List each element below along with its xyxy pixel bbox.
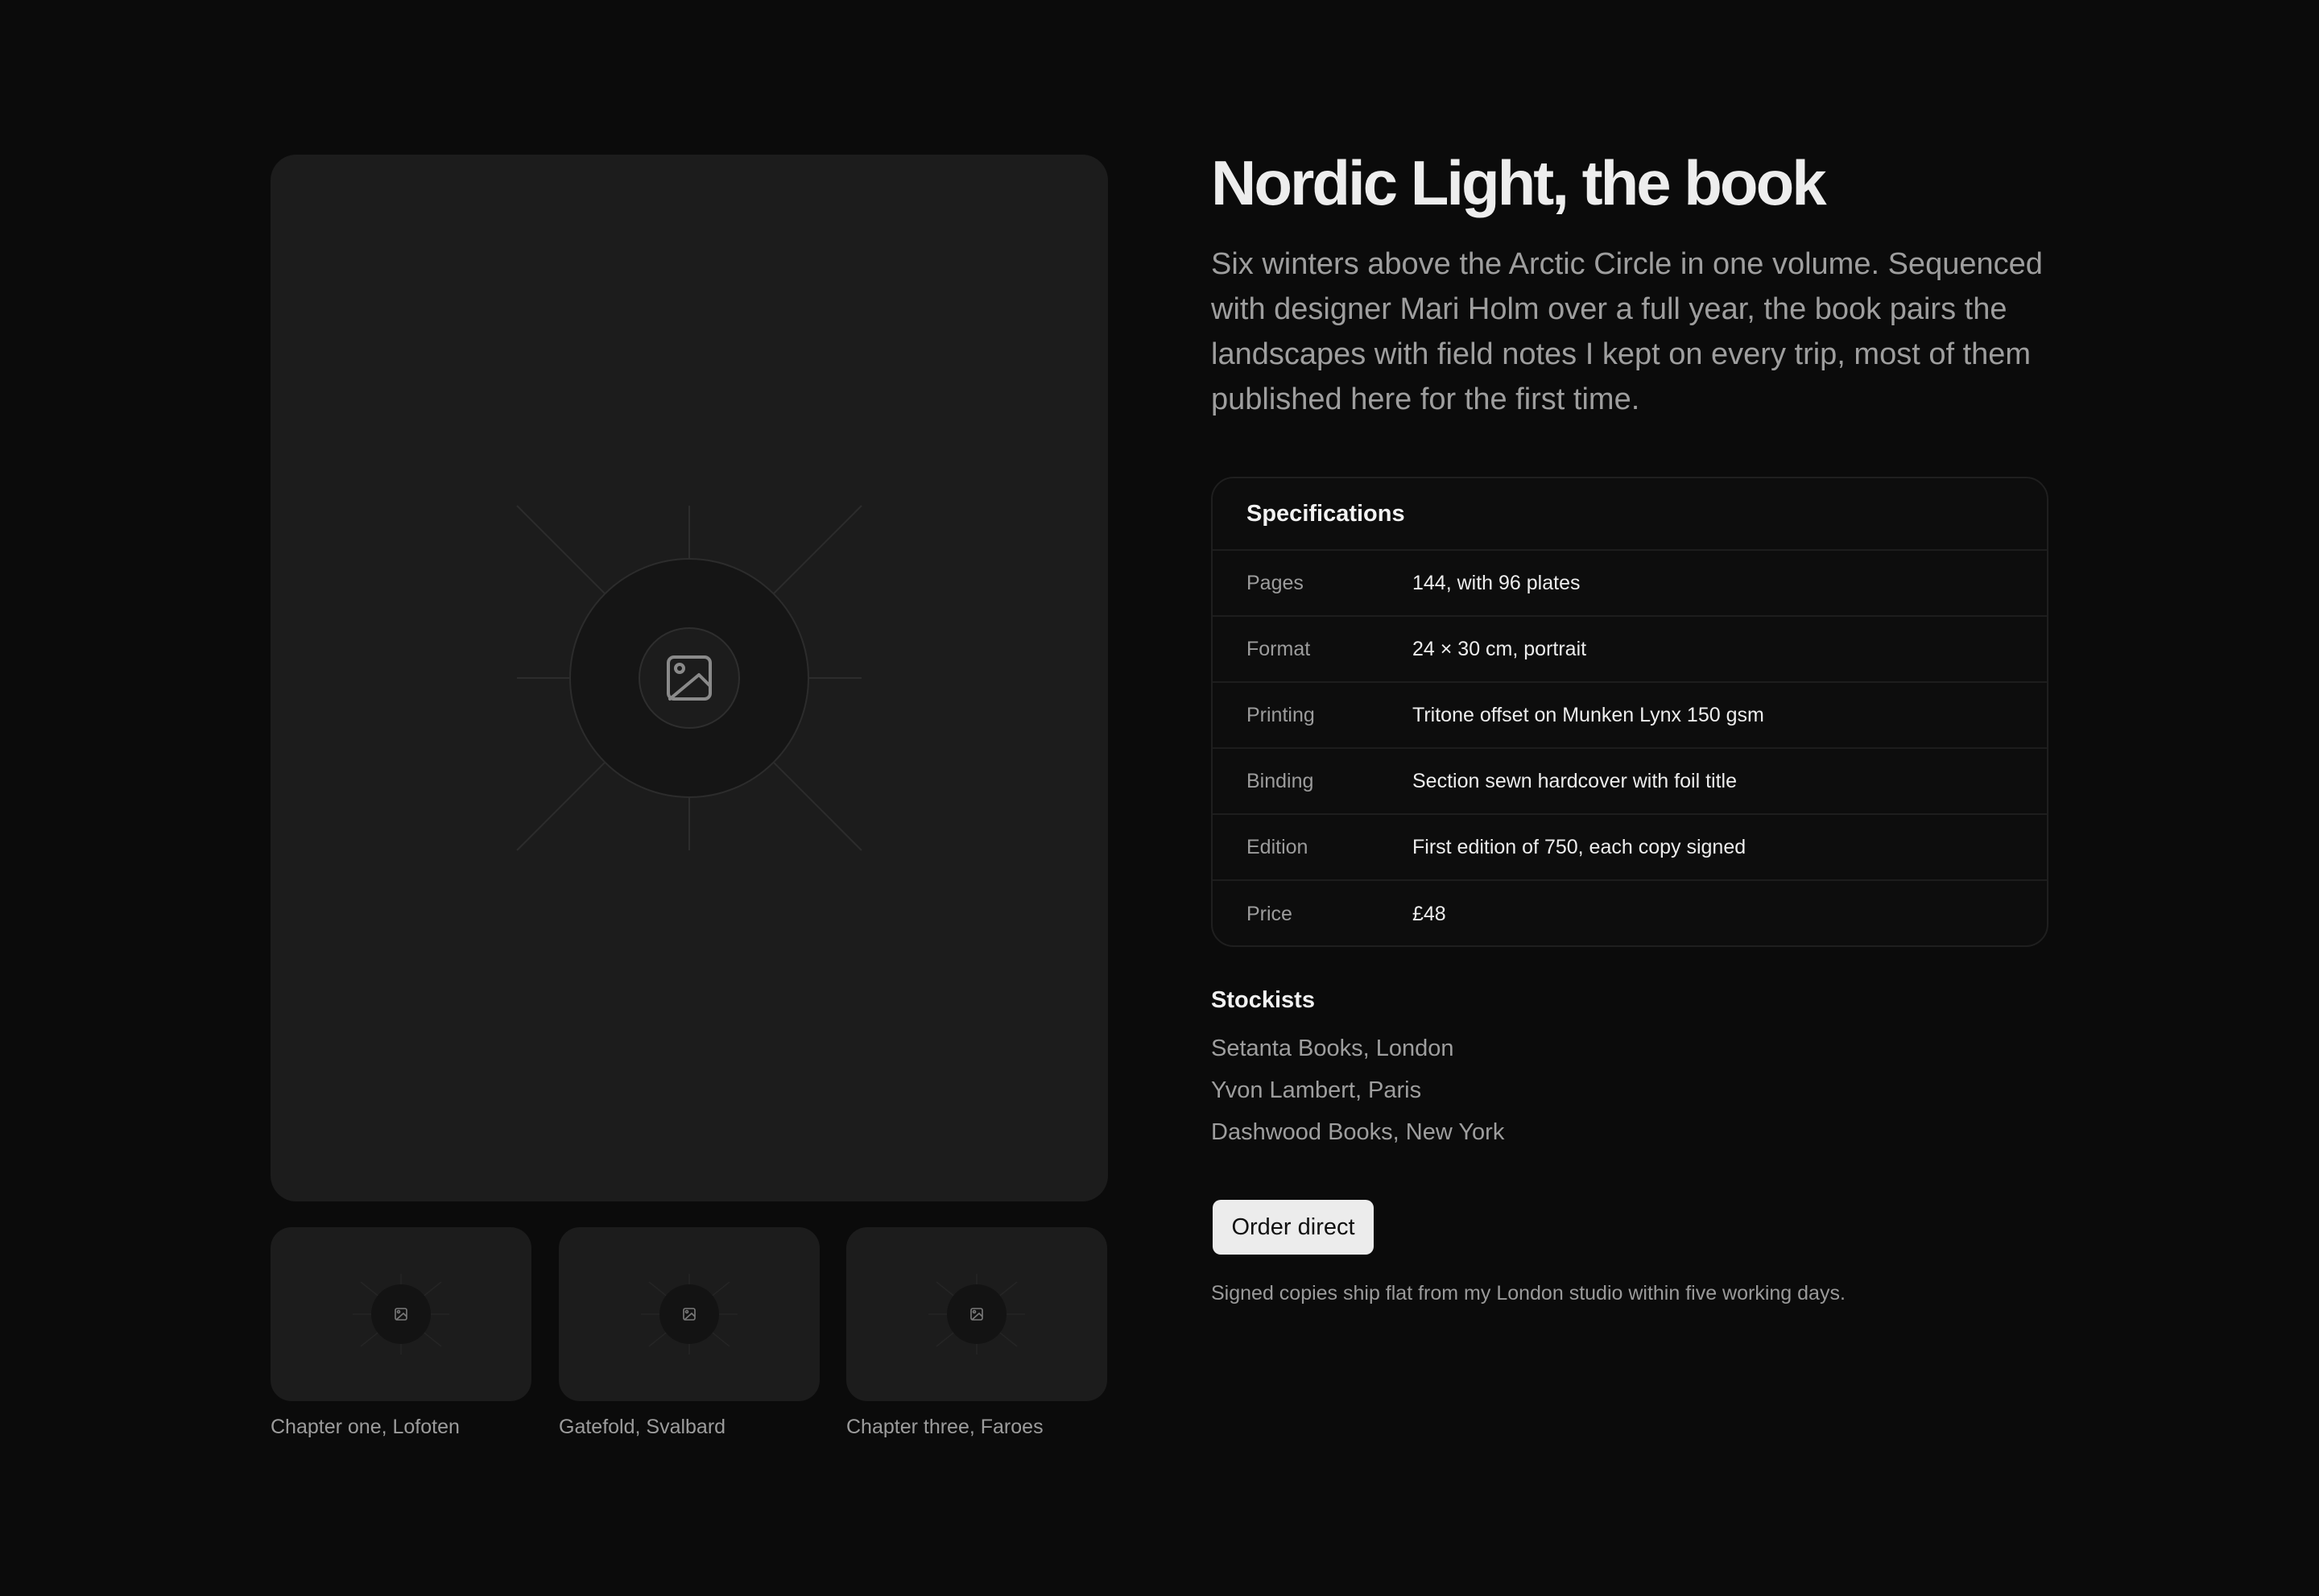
stockists-list: Setanta Books, London Yvon Lambert, Pari… [1211, 1027, 1504, 1153]
spec-label: Pages [1246, 571, 1304, 594]
page-title: Nordic Light, the book [1211, 147, 1827, 218]
specifications-heading: Specifications [1213, 478, 2047, 551]
thumbnail-caption: Chapter one, Lofoten [271, 1416, 460, 1438]
spec-row-format: Format 24 × 30 cm, portrait [1213, 617, 2047, 683]
specifications-table: Specifications Pages 144, with 96 plates… [1211, 477, 2048, 947]
hero-image[interactable] [271, 155, 1108, 1201]
stockist-item: Setanta Books, London [1211, 1036, 1454, 1061]
spec-value: Tritone offset on Munken Lynx 150 gsm [1412, 703, 1764, 726]
thumbnail-placeholder-graphic [928, 1274, 1025, 1354]
spec-label: Price [1246, 902, 1292, 925]
spec-row-pages: Pages 144, with 96 plates [1213, 551, 2047, 617]
book-description: Six winters above the Arctic Circle in o… [1211, 247, 2043, 416]
thumbnail-svalbard[interactable] [559, 1227, 820, 1401]
spec-label: Format [1246, 637, 1311, 660]
product-page: Chapter one, Lofoten Gatefold, Svalbard … [0, 0, 2319, 1596]
thumbnail-caption: Chapter three, Faroes [846, 1416, 1044, 1438]
thumbnail-placeholder-graphic [641, 1274, 738, 1354]
spec-value: 24 × 30 cm, portrait [1412, 637, 1587, 660]
order-direct-button[interactable]: Order direct [1213, 1200, 1374, 1255]
spec-label: Edition [1246, 835, 1308, 858]
stockists-heading: Stockists [1211, 987, 1315, 1013]
stockist-item: Dashwood Books, New York [1211, 1119, 1505, 1145]
spec-row-price: Price £48 [1213, 881, 2047, 945]
thumbnail-placeholder-graphic [353, 1274, 449, 1354]
spec-value: £48 [1412, 902, 1446, 925]
thumbnail-lofoten[interactable] [271, 1227, 531, 1401]
shipping-note: Signed copies ship flat from my London s… [1211, 1282, 1846, 1305]
spec-row-printing: Printing Tritone offset on Munken Lynx 1… [1213, 683, 2047, 749]
thumbnail-faroes[interactable] [846, 1227, 1107, 1401]
image-placeholder-graphic [516, 505, 862, 851]
spec-row-binding: Binding Section sewn hardcover with foil… [1213, 749, 2047, 815]
spec-value: 144, with 96 plates [1412, 571, 1581, 594]
thumbnail-caption: Gatefold, Svalbard [559, 1416, 726, 1438]
stockist-item: Yvon Lambert, Paris [1211, 1077, 1422, 1103]
spec-value: Section sewn hardcover with foil title [1412, 769, 1737, 792]
spec-label: Binding [1246, 769, 1314, 792]
spec-value: First edition of 750, each copy signed [1412, 835, 1746, 858]
spec-row-edition: Edition First edition of 750, each copy … [1213, 815, 2047, 881]
spec-label: Printing [1246, 703, 1315, 726]
